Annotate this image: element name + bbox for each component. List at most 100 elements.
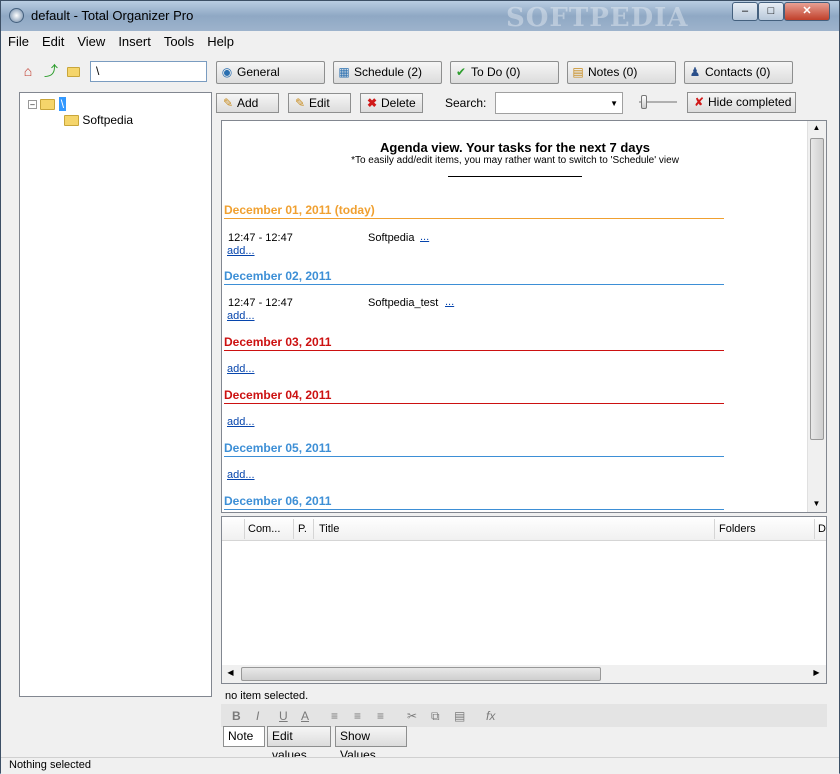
tab-show-values[interactable]: Show Values [335, 726, 407, 762]
font-color-icon[interactable]: A [301, 709, 309, 723]
items-grid: Com... P. Title Folders D [221, 516, 827, 684]
menu-help[interactable]: Help [200, 31, 240, 49]
general-button[interactable]: ◉ General [216, 61, 325, 84]
bold-icon[interactable]: B [232, 709, 241, 723]
note-icon: ▤ [572, 65, 584, 79]
align-right-icon[interactable]: ≡ [377, 709, 384, 723]
add-link[interactable]: add... [227, 416, 255, 428]
cut-icon[interactable]: ✂ [407, 709, 417, 723]
tab-note[interactable]: Note [223, 726, 265, 747]
search-label: Search: [445, 96, 487, 110]
entry-time: 12:47 - 12:47 [228, 232, 293, 244]
slider-thumb[interactable] [641, 95, 647, 109]
menu-tools[interactable]: Tools [157, 31, 200, 49]
notes-label: Notes (0) [588, 65, 638, 79]
add-link[interactable]: add... [227, 245, 255, 257]
add-link[interactable]: add... [227, 469, 255, 481]
scroll-right-icon[interactable]: ▶ [808, 668, 825, 677]
tab-edit-values[interactable]: Edit values [267, 726, 331, 762]
app-icon [9, 8, 24, 23]
column-title[interactable]: Title [319, 523, 339, 535]
add-label: Add [237, 96, 259, 110]
search-select[interactable]: ▼ [495, 92, 623, 114]
scroll-thumb[interactable] [810, 138, 824, 440]
entry-more-link[interactable]: ... [445, 296, 454, 308]
agenda-subtitle: *To easily add/edit items, you may rathe… [351, 155, 679, 166]
add-button[interactable]: ✎ Add [216, 93, 279, 113]
contacts-button[interactable]: ♟ Contacts (0) [684, 61, 793, 84]
underline-icon[interactable]: U [279, 709, 288, 723]
tree-item-softpedia[interactable]: Softpedia [64, 113, 133, 127]
close-button[interactable]: ✕ [784, 2, 830, 21]
scroll-down-icon[interactable]: ▼ [808, 499, 825, 508]
scroll-left-icon[interactable]: ◀ [222, 668, 239, 677]
grid-hscrollbar[interactable]: ◀ ▶ [222, 665, 826, 683]
day-heading: December 03, 2011 [224, 335, 724, 351]
path-input[interactable]: \ [90, 61, 207, 82]
notes-status: no item selected. [225, 690, 309, 702]
maximize-button[interactable]: □ [758, 2, 784, 21]
notes-button[interactable]: ▤ Notes (0) [567, 61, 676, 84]
status-bar: Nothing selected [1, 757, 839, 774]
column-priority[interactable]: P. [298, 523, 307, 535]
contacts-label: Contacts (0) [705, 65, 771, 79]
add-link[interactable]: add... [227, 363, 255, 375]
entry-more-link[interactable]: ... [420, 231, 429, 243]
column-date[interactable]: D [818, 523, 826, 535]
add-link[interactable]: add... [227, 310, 255, 322]
column-folders[interactable]: Folders [719, 523, 756, 535]
schedule-button[interactable]: ▦ Schedule (2) [333, 61, 442, 84]
formula-icon[interactable]: fx [486, 709, 495, 723]
menu-insert[interactable]: Insert [111, 31, 157, 49]
new-folder-icon[interactable] [65, 63, 81, 79]
menu-view[interactable]: View [70, 31, 111, 49]
minimize-button[interactable]: – [732, 2, 758, 21]
divider [448, 176, 582, 177]
hide-checked-icon: ✘ [693, 95, 705, 109]
main-window: default - Total Organizer Pro SOFTPEDIA … [0, 0, 840, 774]
add-icon: ✎ [222, 96, 234, 110]
delete-button[interactable]: ✖ Delete [360, 93, 423, 113]
todo-label: To Do (0) [471, 65, 521, 79]
person-icon: ♟ [689, 65, 701, 79]
window-title: default - Total Organizer Pro [31, 8, 194, 23]
agenda-view: Agenda view. Your tasks for the next 7 d… [221, 120, 827, 513]
hide-completed-label: Hide completed [708, 95, 792, 109]
home-icon[interactable]: ⌂ [20, 63, 36, 79]
italic-icon[interactable]: I [256, 709, 259, 723]
scroll-up-icon[interactable]: ▲ [808, 123, 825, 132]
edit-label: Edit [309, 96, 330, 110]
tree-root[interactable]: – \ [28, 97, 67, 111]
tree-root-label: \ [58, 97, 67, 111]
entry-title: Softpedia [368, 232, 415, 244]
paste-icon[interactable]: ▤ [454, 709, 465, 723]
agenda-scrollbar[interactable]: ▲ ▼ [807, 121, 826, 512]
column-completed[interactable]: Com... [248, 523, 280, 535]
zoom-slider[interactable] [639, 93, 677, 111]
grid-header: Com... P. Title Folders D [222, 517, 826, 541]
todo-button[interactable]: ✔ To Do (0) [450, 61, 559, 84]
align-left-icon[interactable]: ≡ [331, 709, 338, 723]
hscroll-thumb[interactable] [241, 667, 601, 681]
day-heading: December 05, 2011 [224, 441, 724, 457]
hide-completed-button[interactable]: ✘ Hide completed [687, 92, 796, 113]
align-center-icon[interactable]: ≡ [354, 709, 361, 723]
globe-icon: ◉ [221, 65, 233, 79]
tree-item-label: Softpedia [82, 113, 134, 127]
entry-time: 12:47 - 12:47 [228, 297, 293, 309]
menu-bar: File Edit View Insert Tools Help [1, 31, 839, 51]
copy-icon[interactable]: ⧉ [431, 709, 440, 724]
menu-edit[interactable]: Edit [35, 31, 70, 49]
checkmark-icon: ✔ [455, 65, 467, 79]
day-heading: December 01, 2011 (today) [224, 203, 724, 219]
folder-icon [64, 115, 79, 127]
edit-button[interactable]: ✎ Edit [288, 93, 351, 113]
delete-icon: ✖ [366, 96, 378, 110]
watermark: SOFTPEDIA [506, 3, 689, 33]
back-arrow-icon[interactable]: ⤴ [43, 63, 59, 79]
day-heading: December 06, 2011 [224, 494, 724, 510]
menu-file[interactable]: File [1, 31, 35, 49]
agenda-title: Agenda view. Your tasks for the next 7 d… [380, 140, 650, 155]
chevron-down-icon: ▼ [610, 99, 618, 108]
general-label: General [237, 65, 280, 79]
